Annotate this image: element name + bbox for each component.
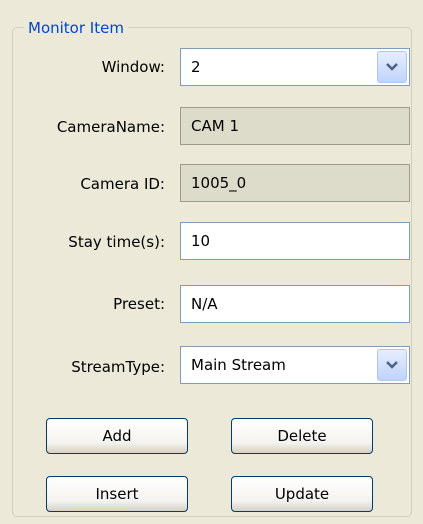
chevron-down-icon (386, 361, 398, 369)
stay-time-label: Stay time(s): (68, 233, 165, 251)
stream-type-dropdown-button[interactable] (377, 349, 407, 381)
stream-type-value: Main Stream (191, 356, 286, 374)
window-value: 2 (191, 58, 201, 76)
group-title: Monitor Item (24, 19, 128, 37)
add-button[interactable]: Add (46, 418, 188, 454)
window-dropdown-button[interactable] (377, 51, 407, 83)
stay-time-input[interactable]: 10 (180, 222, 410, 260)
window-select[interactable]: 2 (180, 48, 410, 86)
window-label: Window: (101, 58, 165, 76)
preset-label: Preset: (113, 295, 165, 313)
stream-type-select[interactable]: Main Stream (180, 346, 410, 384)
insert-button[interactable]: Insert (46, 476, 188, 512)
preset-input[interactable]: N/A (180, 285, 410, 323)
stream-type-label: StreamType: (71, 358, 165, 376)
chevron-down-icon (386, 63, 398, 71)
camera-name-field: CAM 1 (180, 107, 410, 145)
camera-id-label: Camera ID: (80, 175, 165, 193)
delete-button[interactable]: Delete (231, 418, 373, 454)
camera-id-field: 1005_0 (180, 164, 410, 202)
camera-name-label: CameraName: (56, 118, 165, 136)
update-button[interactable]: Update (231, 476, 373, 512)
